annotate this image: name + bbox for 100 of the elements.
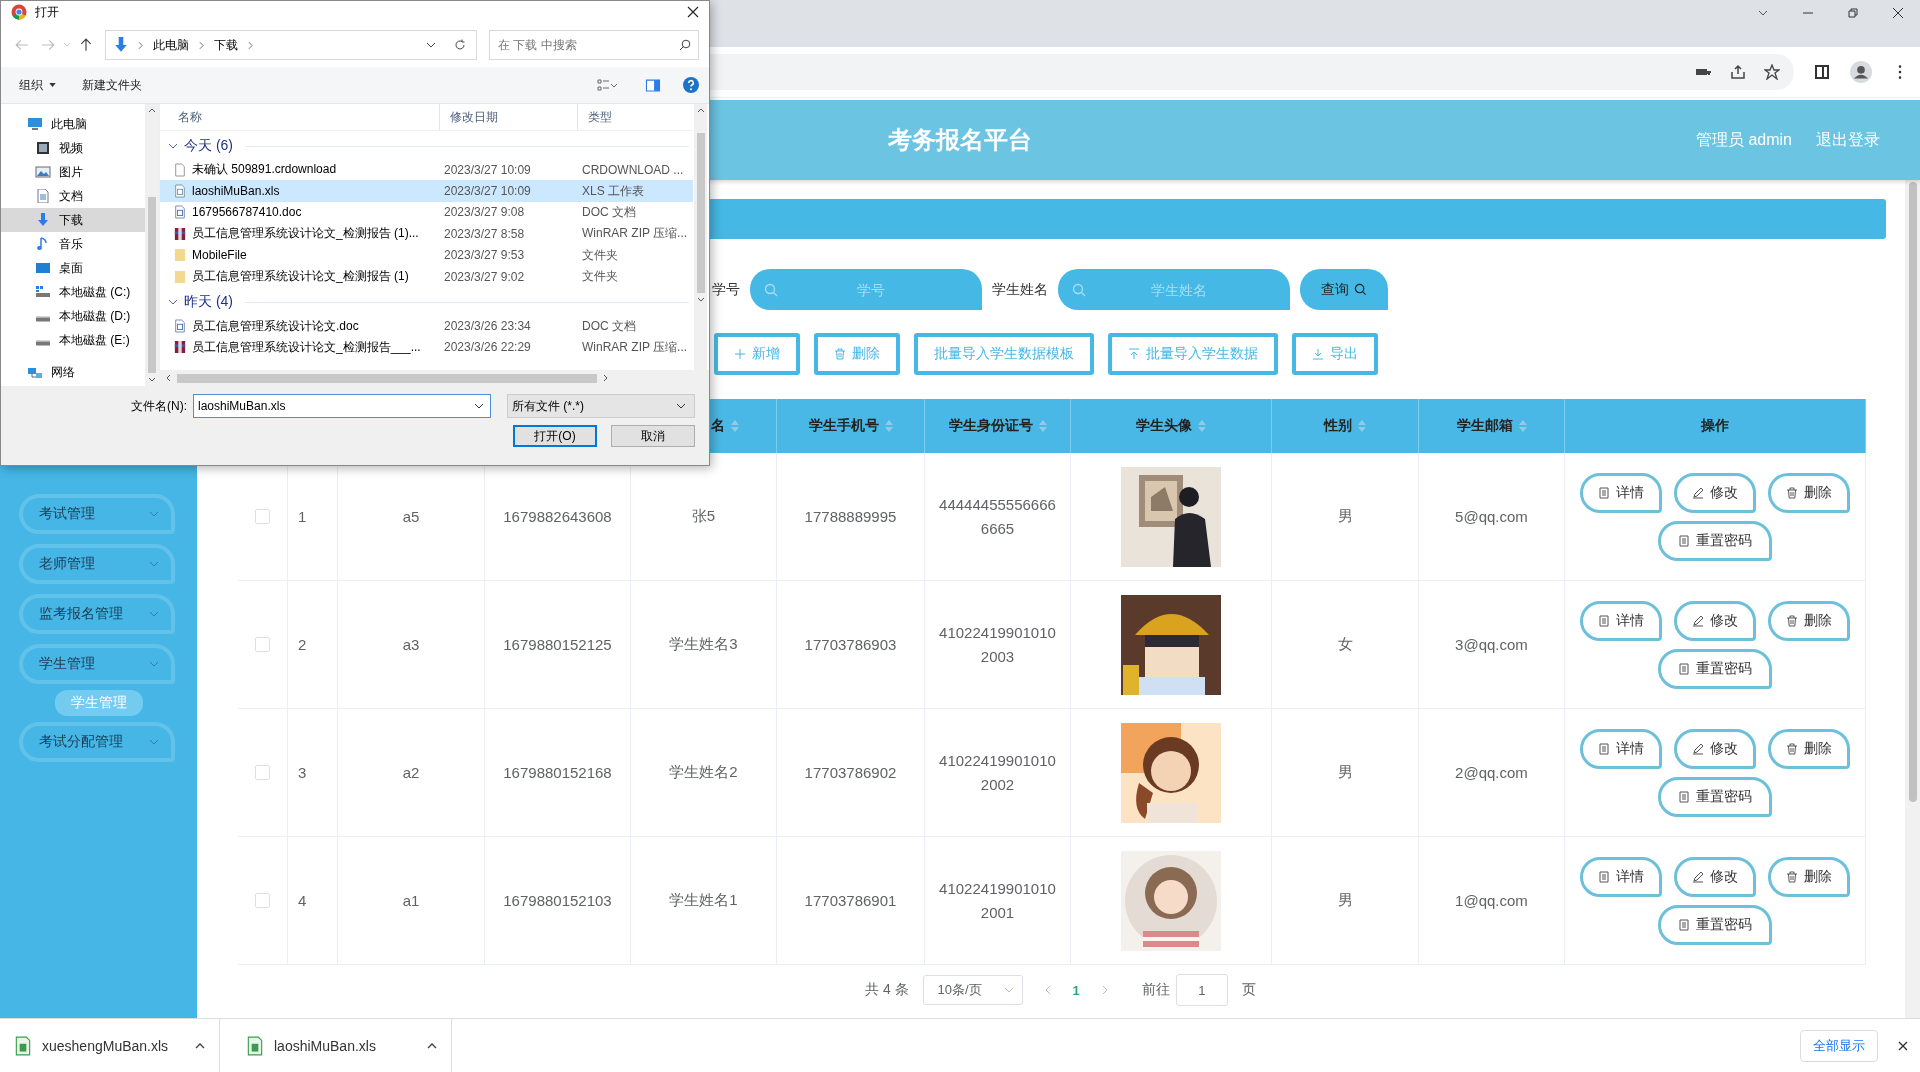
preview-pane-icon[interactable] bbox=[645, 78, 661, 92]
nav-item[interactable]: 此电脑 bbox=[1, 112, 145, 136]
detail-button[interactable]: 详情 bbox=[1580, 472, 1662, 513]
sidebar-item[interactable]: 学生管理 bbox=[19, 644, 175, 684]
download-filename[interactable]: laoshiMuBan.xls bbox=[274, 1037, 417, 1054]
nav-item[interactable]: 本地磁盘 (D:) bbox=[1, 304, 145, 328]
file-row[interactable]: MobileFile 2023/3/27 9:53 文件夹 bbox=[160, 244, 693, 266]
row-checkbox[interactable] bbox=[255, 509, 270, 524]
up-arrow-icon[interactable] bbox=[79, 38, 93, 52]
caret-icon[interactable] bbox=[195, 1042, 205, 1049]
previous-page-icon[interactable] bbox=[1044, 985, 1051, 995]
sidebar-item[interactable]: 考试管理 bbox=[19, 494, 175, 534]
query-button[interactable]: 查询 bbox=[1300, 269, 1388, 310]
sidebar-item[interactable]: 监考报名管理 bbox=[19, 594, 175, 634]
scrollbar[interactable] bbox=[145, 104, 159, 386]
sidebar-item[interactable]: 考试分配管理 bbox=[19, 722, 175, 762]
delete-button[interactable]: 删除 bbox=[1768, 472, 1850, 513]
dropdown-icon[interactable] bbox=[426, 42, 436, 48]
scroll-thumb[interactable] bbox=[696, 133, 705, 293]
search-icon[interactable] bbox=[679, 39, 691, 51]
reset-button[interactable]: 重置密码 bbox=[1658, 520, 1772, 561]
chevron-icon[interactable] bbox=[248, 40, 253, 50]
column-header[interactable]: 修改日期 bbox=[440, 104, 578, 130]
next-page-icon[interactable] bbox=[1101, 985, 1108, 995]
chevron-icon[interactable] bbox=[199, 40, 204, 50]
download-filename[interactable]: xueshengMuBan.xls bbox=[42, 1037, 185, 1054]
open-button[interactable]: 打开(O) bbox=[513, 425, 597, 447]
search-field[interactable]: 在 下载 中搜索 bbox=[489, 30, 699, 60]
chevron-icon[interactable] bbox=[168, 143, 178, 149]
organize-button[interactable]: 组织 bbox=[13, 72, 62, 98]
delete-button[interactable]: 删除 bbox=[1768, 856, 1850, 897]
help-icon[interactable] bbox=[683, 77, 699, 93]
scroll-left-icon[interactable] bbox=[166, 374, 171, 382]
new-folder-button[interactable]: 新建文件夹 bbox=[76, 72, 148, 98]
close-icon[interactable] bbox=[1892, 7, 1904, 19]
scroll-up-icon[interactable] bbox=[696, 108, 705, 113]
reset-button[interactable]: 重置密码 bbox=[1658, 904, 1772, 945]
star-icon[interactable] bbox=[1764, 64, 1780, 80]
scroll-down-icon[interactable] bbox=[148, 377, 156, 382]
file-row[interactable]: 员工信息管理系统设计论文_检测报告 (1) 2023/3/27 9:02 文件夹 bbox=[160, 265, 693, 288]
detail-button[interactable]: 详情 bbox=[1580, 728, 1662, 769]
profile-icon[interactable] bbox=[1850, 61, 1872, 83]
file-row[interactable]: 员工信息管理系统设计论文.doc 2023/3/26 23:34 DOC 文档 bbox=[160, 315, 693, 337]
file-row[interactable]: laoshiMuBan.xls 2023/3/27 10:09 XLS 工作表 bbox=[160, 180, 693, 202]
file-row[interactable]: 1679566787410.doc 2023/3/27 9:08 DOC 文档 bbox=[160, 201, 693, 224]
nav-item[interactable]: 下载 bbox=[1, 208, 145, 232]
scroll-thumb[interactable] bbox=[148, 197, 156, 373]
cancel-button[interactable]: 取消 bbox=[611, 425, 695, 447]
scroll-down-icon[interactable] bbox=[696, 297, 705, 302]
close-icon[interactable] bbox=[1898, 1040, 1908, 1051]
row-checkbox[interactable] bbox=[255, 765, 270, 780]
breadcrumb-item[interactable]: 此电脑 bbox=[153, 36, 189, 54]
file-row[interactable]: 未确认 509891.crdownload 2023/3/27 10:09 CRDOWNLOAD ... bbox=[160, 159, 693, 181]
delete-button[interactable]: 删除 bbox=[1768, 600, 1850, 641]
scroll-thumb[interactable] bbox=[177, 373, 597, 383]
reset-button[interactable]: 重置密码 bbox=[1658, 776, 1772, 817]
edit-button[interactable]: 修改 bbox=[1674, 600, 1756, 641]
nav-item[interactable]: 本地磁盘 (C:) bbox=[1, 280, 145, 304]
nav-item[interactable]: 桌面 bbox=[1, 256, 145, 280]
search-field[interactable]: 学号 bbox=[750, 269, 982, 310]
group-header[interactable]: 昨天 (4) bbox=[184, 293, 233, 312]
edit-button[interactable]: 修改 bbox=[1674, 728, 1756, 769]
nav-item[interactable]: 图片 bbox=[1, 160, 145, 184]
edit-button[interactable]: 修改 bbox=[1674, 472, 1756, 513]
caret-icon[interactable] bbox=[427, 1042, 437, 1049]
chevron-icon[interactable] bbox=[168, 299, 178, 306]
refresh-button[interactable] bbox=[443, 30, 477, 60]
back-icon[interactable] bbox=[15, 38, 29, 52]
row-checkbox[interactable] bbox=[255, 637, 270, 652]
nav-item[interactable]: 网络 bbox=[1, 360, 145, 384]
forward-icon[interactable] bbox=[41, 38, 55, 52]
scrollbar[interactable] bbox=[160, 370, 709, 386]
detail-button[interactable]: 详情 bbox=[1580, 856, 1662, 897]
scroll-right-icon[interactable] bbox=[603, 374, 608, 382]
detail-button[interactable]: 详情 bbox=[1580, 600, 1662, 641]
nav-item[interactable]: 视频 bbox=[1, 136, 145, 160]
scrollbar[interactable] bbox=[694, 104, 707, 370]
column-header[interactable]: 类型 bbox=[578, 104, 693, 130]
restore-icon[interactable] bbox=[1847, 7, 1859, 19]
side-panel-icon[interactable] bbox=[1814, 64, 1830, 80]
reset-button[interactable]: 重置密码 bbox=[1658, 648, 1772, 689]
breadcrumb-item[interactable]: 下载 bbox=[214, 36, 238, 54]
group-header[interactable]: 今天 (6) bbox=[184, 137, 233, 155]
page-scrollbar[interactable] bbox=[1905, 180, 1920, 1018]
chevron-icon[interactable] bbox=[138, 40, 143, 50]
page-input[interactable]: 1 bbox=[1175, 974, 1228, 1006]
dropdown-icon[interactable] bbox=[474, 403, 484, 409]
page-size-select[interactable]: 10条/页 bbox=[922, 975, 1023, 1005]
row-checkbox[interactable] bbox=[255, 893, 270, 908]
column-header[interactable]: 名称 bbox=[168, 104, 440, 130]
edit-button[interactable]: 修改 bbox=[1674, 856, 1756, 897]
nav-item[interactable]: 音乐 bbox=[1, 232, 145, 256]
file-row[interactable]: 员工信息管理系统设计论文_检测报告 (1)... 2023/3/27 8:58 WinRAR ZIP 压缩... bbox=[160, 223, 693, 245]
file-type-select[interactable]: 所有文件 (*.*) bbox=[507, 394, 695, 418]
scroll-up-icon[interactable] bbox=[148, 108, 156, 113]
nav-item[interactable]: 本地磁盘 (E:) bbox=[1, 328, 145, 352]
delete-button[interactable]: 删除 bbox=[1768, 728, 1850, 769]
file-row[interactable]: 员工信息管理系统设计论文_检测报告___... 2023/3/26 22:29 WinRAR ZIP 压缩... bbox=[160, 336, 693, 359]
share-icon[interactable] bbox=[1730, 64, 1746, 80]
nav-item[interactable]: 文档 bbox=[1, 184, 145, 208]
